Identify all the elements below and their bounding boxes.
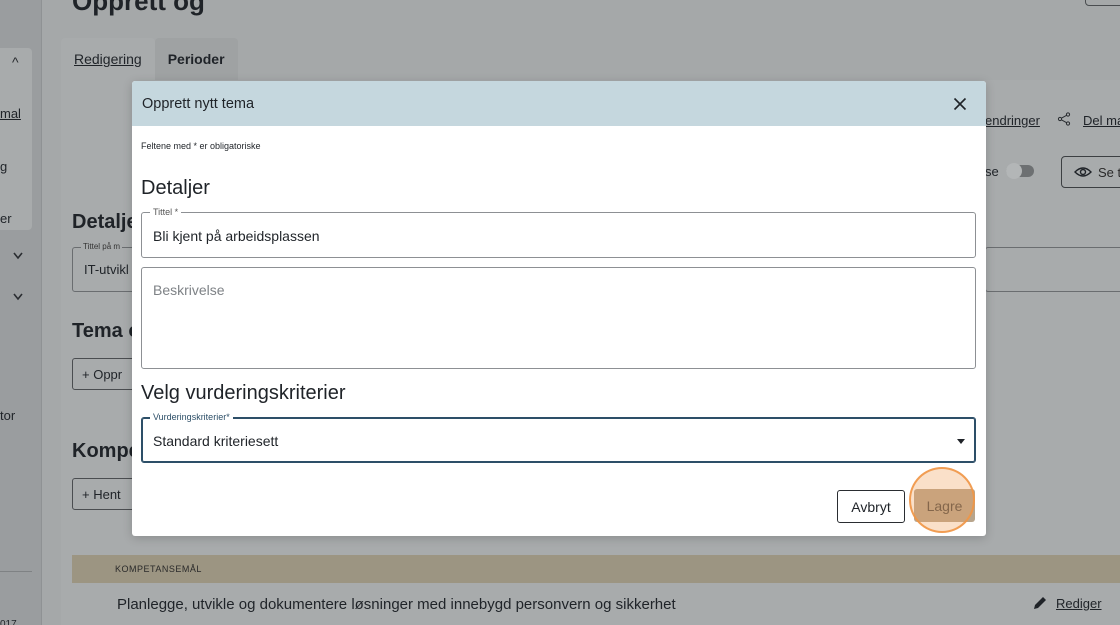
see-button-label: Se t [1098,164,1120,180]
changes-link[interactable]: endringer [985,113,1040,128]
criteria-section-heading: Velg vurderingskriterier [141,382,346,404]
left-nav-item[interactable]: g [0,159,7,174]
left-nav-item[interactable]: mal [0,106,21,121]
left-nav-item: 017 [0,619,17,625]
left-nav-item[interactable]: er [0,211,12,226]
top-right-button[interactable] [1085,0,1120,6]
required-fields-note: Feltene med * er obligatoriske [141,141,261,151]
title-field[interactable]: Tittel * Bli kjent på arbeidsplassen [141,206,976,258]
divider [0,571,32,572]
chevron-up-icon[interactable]: ^ [12,54,19,70]
share-link[interactable]: Del ma [1083,113,1120,128]
edit-link-label: Rediger [1056,595,1102,611]
share-icon[interactable] [1057,112,1071,126]
competence-table-header: KOMPETANSEMÅL [72,555,1120,583]
theme-heading: Tema o [72,320,141,342]
eye-icon [1074,167,1092,177]
description-input[interactable] [153,282,953,362]
left-nav-item[interactable]: tor [0,408,15,423]
competence-table: KOMPETANSEMÅL Planlegge, utvikle og doku… [72,555,1120,625]
tab-redigering[interactable]: Redigering [61,38,155,80]
preview-toggle[interactable] [1006,163,1034,179]
plan-title-value: IT-utvikl [84,262,129,277]
edit-link[interactable]: Rediger [1032,595,1102,611]
close-icon[interactable] [950,94,970,114]
criteria-select[interactable]: Vurderingskriterier* Standard kriteriese… [141,411,976,463]
description-field[interactable] [141,267,976,369]
bg-field-right [985,247,1120,292]
toggle-label: se [985,164,999,179]
criteria-select-legend: Vurderingskriterier* [150,411,233,423]
chevron-down-icon[interactable] [13,252,23,260]
tab-bar: Redigering Perioder [61,38,238,80]
dialog-title: Opprett nytt tema [142,95,255,112]
criteria-selected-value: Standard kriteriesett [153,433,279,449]
chevron-down-icon[interactable] [13,293,23,301]
see-button[interactable]: Se t [1061,156,1120,188]
save-button[interactable]: Lagre [914,489,975,522]
left-nav-card [0,48,32,230]
create-theme-dialog: Opprett nytt tema Feltene med * er oblig… [132,81,986,536]
pencil-icon [1034,597,1046,609]
cancel-button[interactable]: Avbryt [837,490,905,523]
details-section-heading: Detaljer [141,177,210,199]
title-field-legend: Tittel * [150,206,182,218]
dialog-header: Opprett nytt tema [132,81,986,126]
tab-perioder[interactable]: Perioder [154,38,238,80]
plan-title-legend: Tittel på m [81,242,123,251]
caret-down-icon[interactable] [957,439,965,444]
title-input[interactable]: Bli kjent på arbeidsplassen [153,228,953,244]
competence-goal-text: Planlegge, utvikle og dokumentere løsnin… [117,595,676,613]
competence-heading: Kompe [72,440,140,462]
page-title: Opprett og [72,0,205,16]
details-heading: Detalje [72,211,138,233]
table-row: Planlegge, utvikle og dokumentere løsnin… [72,583,1120,625]
